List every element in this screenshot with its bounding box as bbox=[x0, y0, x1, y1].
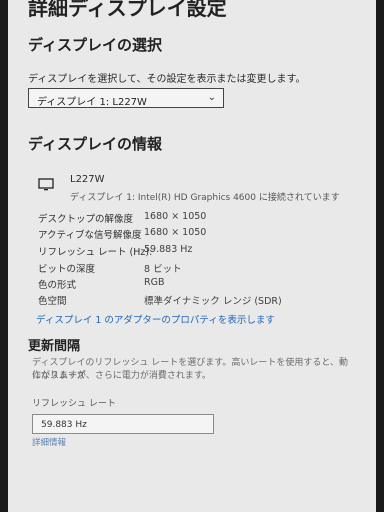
info-value-color-space: 標準ダイナミック レンジ (SDR) bbox=[144, 296, 282, 307]
info-label-color-space: 色空間 bbox=[38, 296, 67, 307]
info-value-bit-depth: 8 ビット bbox=[144, 264, 182, 275]
refresh-heading: 更新間隔 bbox=[28, 339, 81, 354]
info-label-refresh-rate: リフレッシュ レート (Hz): bbox=[38, 247, 153, 258]
info-label-desktop-resolution: デスクトップの解像度 bbox=[38, 214, 134, 225]
page-title: 詳細ディスプレイ設定 bbox=[28, 0, 227, 20]
display-select-value: ディスプレイ 1: L227W bbox=[37, 97, 147, 108]
refresh-rate-dropdown[interactable]: 59.883 Hz bbox=[32, 414, 214, 434]
info-value-color-format: RGB bbox=[144, 277, 165, 288]
info-value-refresh-rate: 59.883 Hz bbox=[144, 244, 193, 255]
refresh-rate-value: 59.883 Hz bbox=[41, 420, 87, 430]
info-value-desktop-resolution: 1680 × 1050 bbox=[144, 211, 207, 222]
info-label-bit-depth: ビットの深度 bbox=[38, 264, 96, 275]
select-display-heading: ディスプレイの選択 bbox=[28, 36, 162, 54]
refresh-description-line2: になりますが、さらに電力が消費されます。 bbox=[32, 371, 211, 381]
chevron-down-icon: ⌄ bbox=[207, 92, 216, 103]
display-select-dropdown[interactable]: ディスプレイ 1: L227W ⌄ bbox=[28, 88, 224, 108]
info-label-active-signal-resolution: アクティブな信号解像度 bbox=[38, 230, 142, 241]
display-info-heading: ディスプレイの情報 bbox=[28, 135, 162, 153]
monitor-name: L227W bbox=[70, 174, 105, 185]
info-label-color-format: 色の形式 bbox=[38, 280, 77, 291]
monitor-connection: ディスプレイ 1: Intel(R) HD Graphics 4600 に接続さ… bbox=[70, 193, 340, 203]
refresh-rate-field-label: リフレッシュ レート bbox=[32, 399, 116, 409]
details-link[interactable]: 詳細情報 bbox=[32, 436, 66, 448]
info-value-active-signal-resolution: 1680 × 1050 bbox=[144, 227, 207, 238]
monitor-icon bbox=[38, 178, 54, 191]
settings-window: 詳細ディスプレイ設定 ディスプレイの選択 ディスプレイを選択して、その設定を表示… bbox=[8, 0, 376, 512]
select-display-description: ディスプレイを選択して、その設定を表示または変更します。 bbox=[28, 74, 306, 85]
adapter-properties-link[interactable]: ディスプレイ 1 のアダプターのプロパティを表示します bbox=[36, 312, 275, 326]
